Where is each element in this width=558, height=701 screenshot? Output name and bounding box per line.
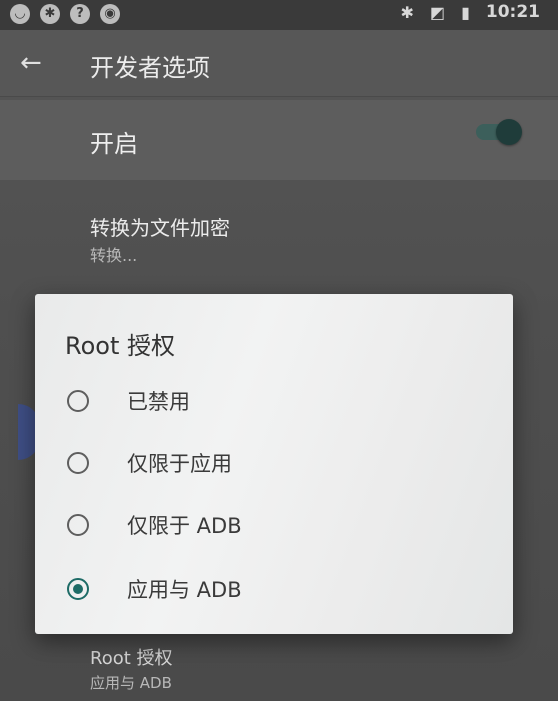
option-apps-and-adb[interactable]: 应用与 ADB (35, 560, 513, 620)
radio-button[interactable] (67, 452, 89, 474)
root-access-dialog: Root 授权 已禁用 仅限于应用 仅限于 ADB 应用与 ADB (35, 294, 513, 634)
puzzle-icon: ✱ (40, 4, 60, 24)
status-right-icons: ✱ ◩ ▮ 10:21 (401, 2, 540, 22)
master-toggle-switch[interactable] (476, 119, 522, 145)
wifi-unknown-icon: ? (70, 4, 90, 24)
option-apps-only[interactable]: 仅限于应用 (35, 434, 513, 494)
setting-title: Root 授权 (90, 648, 173, 669)
option-label: 应用与 ADB (127, 578, 242, 602)
master-switch-label: 开启 (90, 130, 138, 158)
page-title: 开发者选项 (90, 54, 210, 82)
radio-button[interactable] (67, 514, 89, 536)
option-adb-only[interactable]: 仅限于 ADB (35, 496, 513, 556)
dialog-title: Root 授权 (65, 332, 176, 360)
setting-title: 转换为文件加密 (90, 216, 230, 240)
master-switch-row[interactable]: 开启 (0, 100, 558, 180)
record-icon: ◉ (100, 4, 120, 24)
status-left-icons: ◡ ✱ ? ◉ (10, 4, 120, 24)
status-bar: ◡ ✱ ? ◉ ✱ ◩ ▮ 10:21 (0, 0, 558, 30)
setting-item-convert-encryption[interactable]: 转换为文件加密 转换... (0, 212, 558, 272)
radio-dot (73, 584, 83, 594)
option-label: 仅限于 ADB (127, 514, 242, 538)
option-label: 仅限于应用 (127, 452, 232, 476)
option-label: 已禁用 (127, 390, 190, 414)
no-sim-icon: ◩ (429, 2, 446, 22)
status-time: 10:21 (485, 2, 540, 22)
option-disabled[interactable]: 已禁用 (35, 372, 513, 432)
app-bar: ← 开发者选项 (0, 30, 558, 97)
bluetooth-icon: ✱ (400, 2, 414, 22)
setting-summary: 应用与 ADB (90, 674, 172, 692)
setting-item-root-access[interactable]: Root 授权 应用与 ADB (0, 644, 558, 701)
arrow-left-icon[interactable]: ← (20, 48, 42, 78)
battery-icon: ▮ (461, 2, 470, 22)
switch-thumb (496, 119, 522, 145)
shield-icon: ◡ (10, 4, 30, 24)
radio-button-checked[interactable] (67, 578, 89, 600)
radio-button[interactable] (67, 390, 89, 412)
setting-summary: 转换... (90, 246, 138, 265)
